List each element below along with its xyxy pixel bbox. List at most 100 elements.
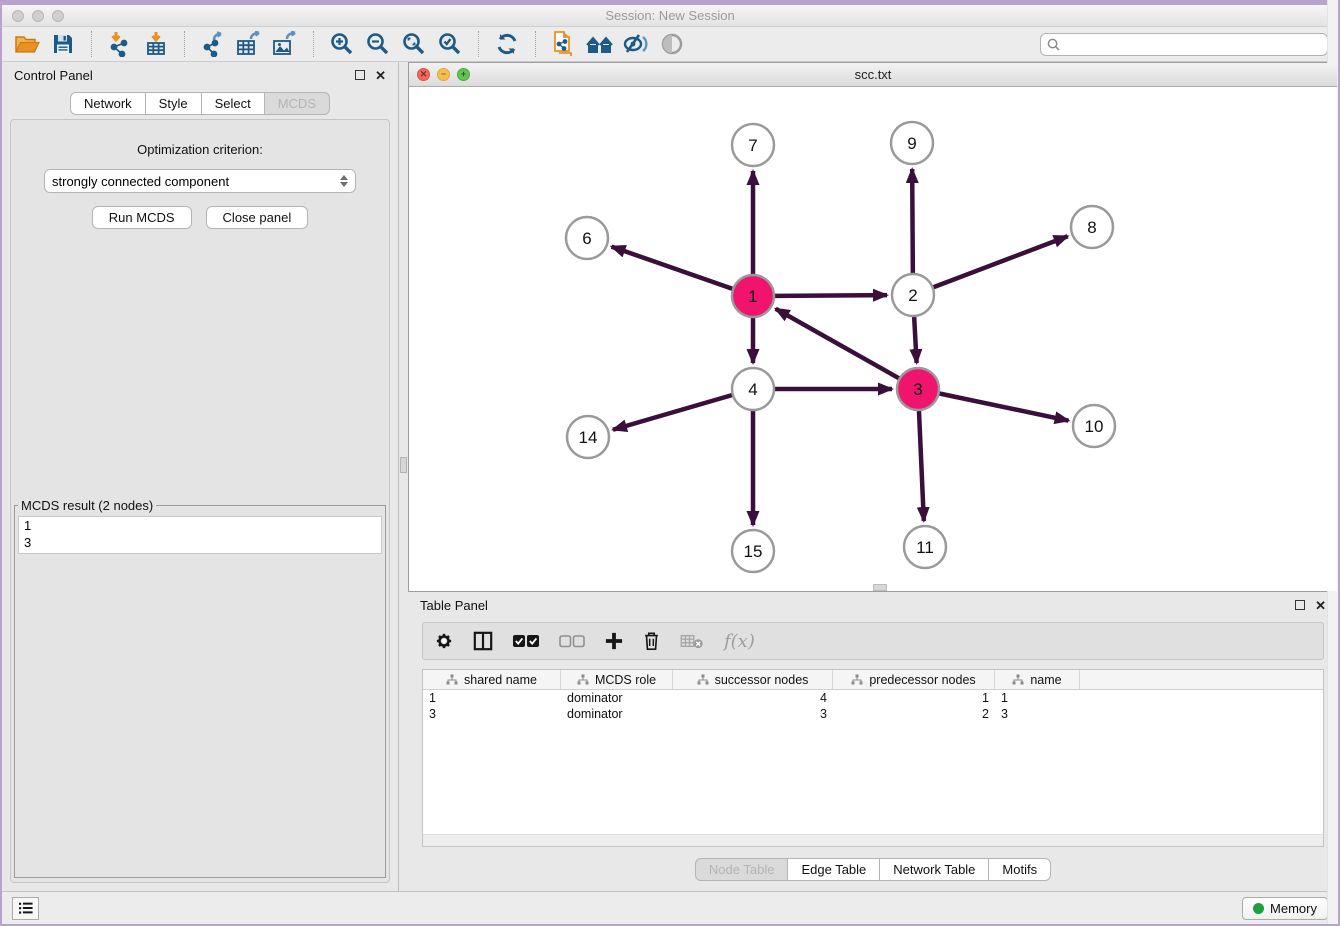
close-panel-button[interactable]: Close panel bbox=[206, 206, 309, 229]
float-panel-icon[interactable] bbox=[355, 70, 365, 80]
mcds-panel: Optimization criterion: strongly connect… bbox=[10, 119, 390, 883]
tab-network[interactable]: Network bbox=[70, 92, 146, 115]
canvas-bottom-grip[interactable] bbox=[873, 584, 887, 591]
table-row[interactable]: 3dominator323 bbox=[423, 706, 1323, 722]
criterion-select[interactable]: strongly connected component bbox=[44, 169, 356, 193]
show-all-networks-icon[interactable] bbox=[585, 30, 615, 58]
table-toolbar: f(x) bbox=[422, 622, 1324, 660]
toolbar-separator bbox=[184, 31, 185, 57]
select-all-columns-icon[interactable] bbox=[513, 634, 539, 648]
graph-node-label: 4 bbox=[748, 380, 757, 399]
delete-column-icon[interactable] bbox=[643, 631, 660, 651]
column-header[interactable]: name bbox=[995, 670, 1080, 689]
task-list-icon bbox=[18, 901, 34, 915]
optimization-criterion-label: Optimization criterion: bbox=[137, 142, 263, 157]
network-view-title: scc.txt bbox=[409, 67, 1337, 82]
import-network-icon[interactable] bbox=[105, 30, 135, 58]
open-session-icon[interactable] bbox=[12, 30, 42, 58]
graph-edge[interactable] bbox=[612, 247, 753, 296]
table-cell[interactable]: 4 bbox=[673, 691, 833, 705]
graph-node-label: 1 bbox=[748, 287, 757, 306]
search-field[interactable] bbox=[1040, 33, 1328, 56]
panel-splitter[interactable] bbox=[398, 62, 408, 891]
memory-status-icon bbox=[1253, 903, 1264, 914]
table-cell[interactable]: 1 bbox=[995, 691, 1080, 705]
deselect-all-columns-icon[interactable] bbox=[559, 634, 585, 648]
graph-edge[interactable] bbox=[776, 309, 918, 389]
table-hscrollbar[interactable] bbox=[423, 834, 1323, 846]
table-cell[interactable]: 3 bbox=[673, 707, 833, 721]
node-table-header: shared nameMCDS rolesuccessor nodesprede… bbox=[423, 670, 1323, 690]
table-cell[interactable]: 1 bbox=[833, 691, 995, 705]
column-header[interactable]: predecessor nodes bbox=[833, 670, 995, 689]
table-row[interactable]: 1dominator411 bbox=[423, 690, 1323, 706]
criterion-selected-value: strongly connected component bbox=[52, 174, 340, 189]
table-cell[interactable]: 3 bbox=[995, 707, 1080, 721]
table-cell[interactable]: 2 bbox=[833, 707, 995, 721]
toolbar-separator bbox=[478, 31, 479, 57]
float-table-panel-icon[interactable] bbox=[1295, 600, 1305, 610]
zoom-out-icon[interactable] bbox=[363, 30, 393, 58]
import-table-icon[interactable] bbox=[141, 30, 171, 58]
network-canvas-svg: 7968124314101511 bbox=[409, 87, 1337, 591]
table-panel-title: Table Panel bbox=[420, 598, 488, 613]
export-image-icon[interactable] bbox=[270, 30, 300, 58]
table-panel: Table Panel ✕ bbox=[408, 592, 1338, 891]
export-network-icon[interactable] bbox=[198, 30, 228, 58]
column-header[interactable]: MCDS role bbox=[561, 670, 673, 689]
toggle-view-disabled-icon bbox=[657, 30, 687, 58]
show-column-panel-icon[interactable] bbox=[473, 631, 493, 651]
close-table-panel-icon[interactable]: ✕ bbox=[1315, 599, 1326, 612]
memory-button[interactable]: Memory bbox=[1242, 897, 1328, 920]
apply-layout-icon[interactable] bbox=[492, 30, 522, 58]
graph-edge[interactable] bbox=[918, 389, 1069, 421]
column-header[interactable]: shared name bbox=[423, 670, 561, 689]
duplicate-network-icon[interactable] bbox=[549, 30, 579, 58]
tab-mcds[interactable]: MCDS bbox=[265, 92, 330, 115]
graph-edge[interactable] bbox=[913, 236, 1068, 295]
table-cell[interactable]: 1 bbox=[423, 691, 561, 705]
search-icon bbox=[1047, 38, 1060, 51]
mcds-result-group: MCDS result (2 nodes) 1 3 bbox=[14, 498, 386, 878]
graph-node-label: 6 bbox=[582, 229, 591, 248]
table-cell[interactable]: dominator bbox=[561, 691, 673, 705]
network-canvas[interactable]: 7968124314101511 bbox=[409, 87, 1337, 591]
task-history-button[interactable] bbox=[12, 897, 39, 920]
zoom-selected-icon[interactable] bbox=[435, 30, 465, 58]
table-settings-gear-icon[interactable] bbox=[435, 632, 453, 650]
zoom-in-icon[interactable] bbox=[327, 30, 357, 58]
table-cell[interactable]: dominator bbox=[561, 707, 673, 721]
function-builder-disabled-icon: f(x) bbox=[724, 631, 755, 652]
network-view-titlebar[interactable]: scc.txt ✕ − + bbox=[409, 63, 1337, 87]
graph-node-label: 7 bbox=[748, 136, 757, 155]
table-cell[interactable]: 3 bbox=[423, 707, 561, 721]
save-session-icon[interactable] bbox=[48, 30, 78, 58]
graph-node-label: 8 bbox=[1087, 218, 1096, 237]
tab-node-table[interactable]: Node Table bbox=[695, 858, 789, 881]
status-bar: Memory bbox=[2, 891, 1338, 924]
splitter-grip[interactable] bbox=[400, 457, 407, 473]
graph-node-label: 3 bbox=[913, 380, 922, 399]
mcds-result-text[interactable]: 1 3 bbox=[18, 516, 382, 554]
tab-style[interactable]: Style bbox=[146, 92, 202, 115]
close-panel-icon[interactable]: ✕ bbox=[375, 69, 386, 82]
zoom-fit-icon[interactable] bbox=[399, 30, 429, 58]
select-stepper-icon bbox=[340, 175, 348, 187]
delete-table-disabled-icon bbox=[680, 633, 704, 649]
app-window: Session: New Session bbox=[0, 0, 1340, 926]
tab-edge-table[interactable]: Edge Table bbox=[788, 858, 880, 881]
column-header[interactable]: successor nodes bbox=[673, 670, 833, 689]
toolbar-separator bbox=[535, 31, 536, 57]
run-mcds-button[interactable]: Run MCDS bbox=[92, 206, 192, 229]
search-input[interactable] bbox=[1064, 37, 1321, 51]
control-panel-title: Control Panel bbox=[14, 68, 93, 83]
hide-selected-icon[interactable] bbox=[621, 30, 651, 58]
tab-motifs[interactable]: Motifs bbox=[989, 858, 1051, 881]
tab-select[interactable]: Select bbox=[202, 92, 265, 115]
export-table-icon[interactable] bbox=[234, 30, 264, 58]
window-title: Session: New Session bbox=[2, 8, 1338, 23]
tab-network-table[interactable]: Network Table bbox=[880, 858, 989, 881]
graph-node-label: 11 bbox=[916, 538, 934, 557]
create-column-icon[interactable] bbox=[605, 632, 623, 650]
memory-button-label: Memory bbox=[1270, 901, 1317, 916]
